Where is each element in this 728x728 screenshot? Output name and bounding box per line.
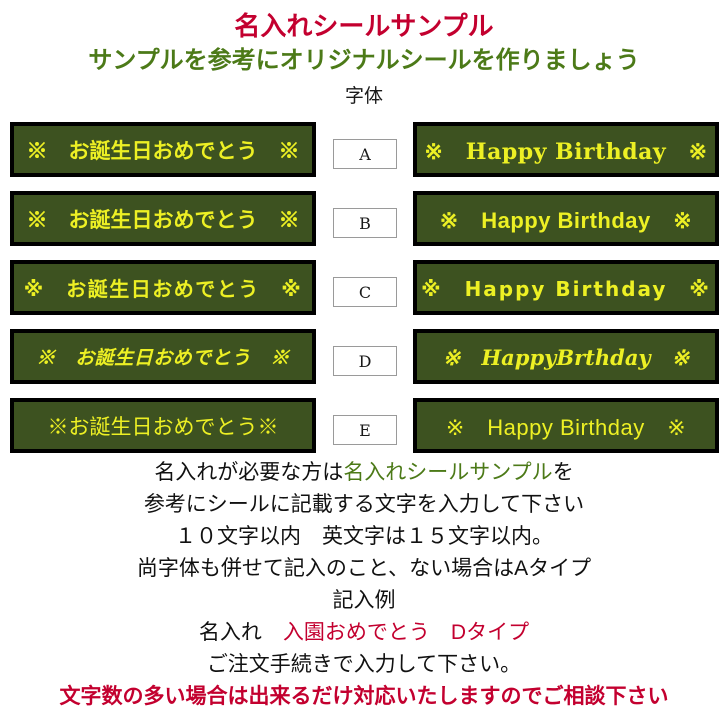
instruction-line-3: １０文字以内 英文字は１５文字以内。 xyxy=(175,525,553,548)
instruction-line-8-warning: 文字数の多い場合は出来るだけ対応いたしますのでご相談下さい xyxy=(59,685,669,708)
example-line: 名入れ 入園おめでとう Dタイプ xyxy=(0,611,728,643)
example-heading: 記入例 xyxy=(332,589,396,612)
sticker-japanese-d: ※ お誕生日おめでとう ※ xyxy=(10,329,316,384)
sticker-japanese-c: ※ お誕生日おめでとう ※ xyxy=(10,260,316,315)
sticker-japanese-text-a: ※ お誕生日おめでとう ※ xyxy=(14,126,312,173)
sticker-japanese-text-b: ※ お誕生日おめでとう ※ xyxy=(14,195,312,242)
example-label: 名入れ xyxy=(198,621,283,644)
page-header: 名入れシールサンプル サンプルを参考にオリジナルシールを作りましょう 字体 xyxy=(0,0,728,106)
instruction-line-1: 名入れが必要な方は名入れシールサンプルを xyxy=(0,458,728,483)
sticker-english-text-c: ※ Happy Birthday ※ xyxy=(417,264,715,311)
instruction-line-1-part-a: 名入れが必要な方は xyxy=(154,461,344,484)
typeface-code-b[interactable]: B xyxy=(333,208,397,238)
sticker-english-text-a: ※ Happy Birthday ※ xyxy=(417,126,715,173)
example-value: 入園おめでとう Dタイプ xyxy=(282,621,530,644)
sample-row-d: ※ お誕生日おめでとう ※ D ※ HappyBrthday ※ xyxy=(0,326,728,395)
sticker-sample-grid: ※ お誕生日おめでとう ※ A ※ Happy Birthday ※ ※ お誕生… xyxy=(0,119,728,464)
sticker-japanese-text-d: ※ お誕生日おめでとう ※ xyxy=(14,333,312,380)
sample-row-b: ※ お誕生日おめでとう ※ B ※ Happy Birthday ※ xyxy=(0,188,728,257)
typeface-column-label: 字体 xyxy=(344,86,383,107)
sample-row-a: ※ お誕生日おめでとう ※ A ※ Happy Birthday ※ xyxy=(0,119,728,188)
instruction-line-2: 参考にシールに記載する文字を入力して下さい xyxy=(143,493,585,516)
sticker-japanese-e: ※お誕生日おめでとう※ xyxy=(10,398,316,453)
typeface-code-c[interactable]: C xyxy=(333,277,397,307)
page-title: 名入れシールサンプル xyxy=(234,11,494,41)
page-subtitle: サンプルを参考にオリジナルシールを作りましょう xyxy=(88,47,640,74)
sticker-english-text-d: ※ HappyBrthday ※ xyxy=(417,333,715,380)
sticker-english-e: ※ Happy Birthday ※ xyxy=(413,398,719,453)
sample-row-c: ※ お誕生日おめでとう ※ C ※ Happy Birthday ※ xyxy=(0,257,728,326)
typeface-code-e[interactable]: E xyxy=(333,415,397,445)
sticker-english-a: ※ Happy Birthday ※ xyxy=(413,122,719,177)
instruction-line-1-highlight: 名入れシールサンプル xyxy=(343,461,553,484)
sticker-english-text-e: ※ Happy Birthday ※ xyxy=(417,402,715,449)
instruction-line-1-part-c: を xyxy=(552,461,574,484)
sticker-english-b: ※ Happy Birthday ※ xyxy=(413,191,719,246)
sticker-english-d: ※ HappyBrthday ※ xyxy=(413,329,719,384)
sticker-english-text-b: ※ Happy Birthday ※ xyxy=(417,195,715,242)
sample-row-e: ※お誕生日おめでとう※ E ※ Happy Birthday ※ xyxy=(0,395,728,464)
sticker-japanese-b: ※ お誕生日おめでとう ※ xyxy=(10,191,316,246)
instructions-block: 名入れが必要な方は名入れシールサンプルを 参考にシールに記載する文字を入力して下… xyxy=(0,458,728,707)
sticker-japanese-a: ※ お誕生日おめでとう ※ xyxy=(10,122,316,177)
instruction-line-4: 尚字体も併せて記入のこと、ない場合はAタイプ xyxy=(136,557,592,580)
typeface-code-a[interactable]: A xyxy=(333,139,397,169)
sticker-english-c: ※ Happy Birthday ※ xyxy=(413,260,719,315)
typeface-code-d[interactable]: D xyxy=(333,346,397,376)
sticker-japanese-text-c: ※ お誕生日おめでとう ※ xyxy=(14,264,312,311)
sticker-japanese-text-e: ※お誕生日おめでとう※ xyxy=(14,402,312,449)
instruction-line-7: ご注文手続きで入力して下さい。 xyxy=(206,653,522,676)
